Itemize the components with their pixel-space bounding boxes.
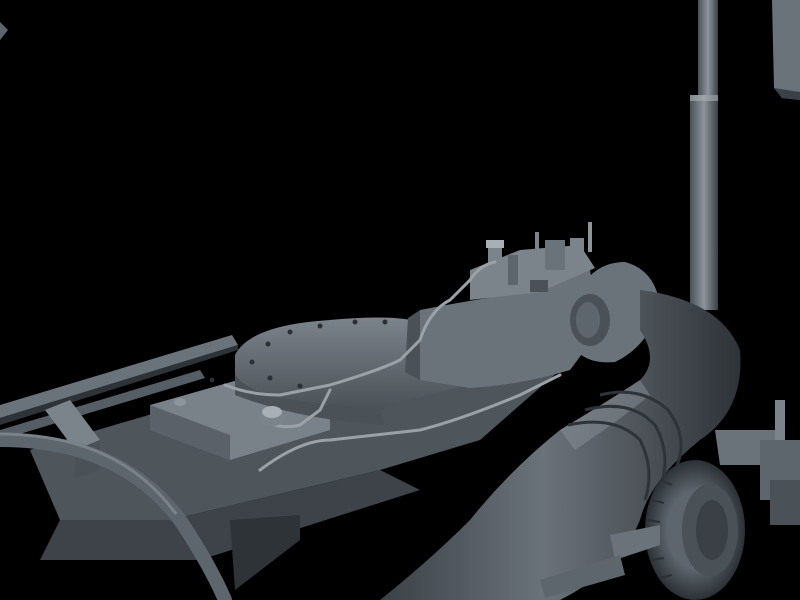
upper-bracket	[772, 0, 800, 100]
render-scene	[0, 0, 800, 600]
